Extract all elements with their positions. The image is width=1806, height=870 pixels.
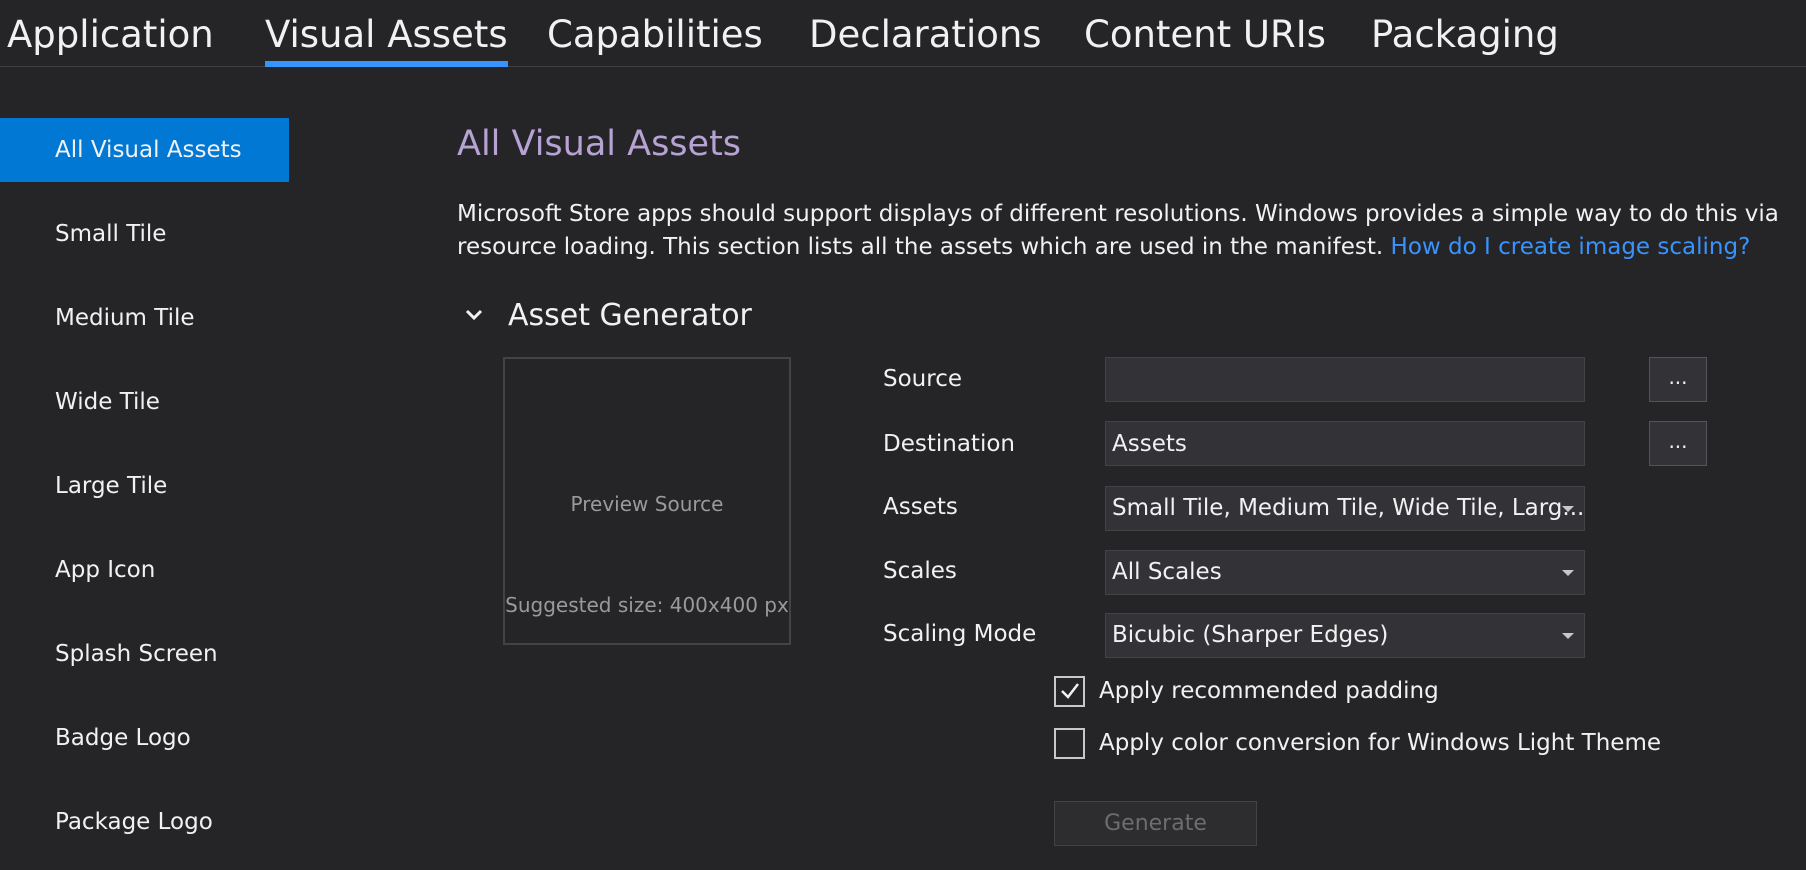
sidebar-item-package-logo[interactable]: Package Logo: [0, 790, 289, 854]
assets-label: Assets: [883, 494, 958, 520]
image-scaling-help-link[interactable]: How do I create image scaling?: [1391, 234, 1751, 260]
tab-application[interactable]: Application: [7, 12, 214, 62]
scales-dropdown-value: All Scales: [1112, 559, 1222, 585]
section-title: Asset Generator: [508, 297, 752, 333]
color-conversion-checkbox-label: Apply color conversion for Windows Light…: [1099, 730, 1661, 756]
preview-source-box: Preview Source Suggested size: 400x400 p…: [503, 357, 791, 645]
dropdown-arrow-icon: [1562, 570, 1574, 576]
assets-dropdown[interactable]: Small Tile, Medium Tile, Wide Tile, Larg…: [1105, 486, 1585, 531]
sidebar-item-medium-tile[interactable]: Medium Tile: [0, 286, 289, 350]
padding-checkbox-label: Apply recommended padding: [1099, 678, 1439, 704]
sidebar-item-small-tile[interactable]: Small Tile: [0, 202, 289, 266]
sidebar-item-splash-screen[interactable]: Splash Screen: [0, 622, 289, 686]
assets-dropdown-value: Small Tile, Medium Tile, Wide Tile, Larg…: [1112, 495, 1585, 521]
tab-declarations[interactable]: Declarations: [809, 12, 1042, 62]
color-conversion-checkbox[interactable]: [1054, 727, 1085, 759]
tab-packaging[interactable]: Packaging: [1371, 12, 1559, 62]
dropdown-arrow-icon: [1562, 506, 1574, 512]
tab-bar: Application Visual Assets Capabilities D…: [0, 0, 1806, 67]
color-conversion-checkbox-row[interactable]: Apply color conversion for Windows Light…: [1054, 727, 1661, 759]
source-input[interactable]: [1105, 357, 1585, 402]
padding-checkbox[interactable]: [1054, 675, 1085, 707]
chevron-down-icon[interactable]: [462, 303, 486, 327]
sidebar-item-badge-logo[interactable]: Badge Logo: [0, 706, 289, 770]
preview-source-label: Preview Source: [570, 492, 724, 516]
destination-label: Destination: [883, 431, 1015, 457]
generate-button[interactable]: Generate: [1054, 801, 1257, 846]
destination-input[interactable]: [1105, 421, 1585, 466]
source-browse-button[interactable]: ...: [1649, 357, 1707, 402]
scales-label: Scales: [883, 558, 957, 584]
scaling-mode-label: Scaling Mode: [883, 621, 1037, 647]
scales-dropdown[interactable]: All Scales: [1105, 550, 1585, 595]
tab-content-uris[interactable]: Content URIs: [1084, 12, 1326, 62]
page-description: Microsoft Store apps should support disp…: [457, 198, 1797, 264]
padding-checkbox-row[interactable]: Apply recommended padding: [1054, 675, 1439, 707]
destination-browse-button[interactable]: ...: [1649, 421, 1707, 466]
preview-suggested-size: Suggested size: 400x400 px: [505, 593, 789, 617]
sidebar-item-app-icon[interactable]: App Icon: [0, 538, 289, 602]
dropdown-arrow-icon: [1562, 633, 1574, 639]
tab-capabilities[interactable]: Capabilities: [547, 12, 763, 62]
asset-generator-header[interactable]: Asset Generator: [462, 295, 752, 335]
page-title: All Visual Assets: [457, 124, 742, 164]
scaling-mode-dropdown-value: Bicubic (Sharper Edges): [1112, 622, 1389, 648]
sidebar-item-wide-tile[interactable]: Wide Tile: [0, 370, 289, 434]
scaling-mode-dropdown[interactable]: Bicubic (Sharper Edges): [1105, 613, 1585, 658]
source-label: Source: [883, 366, 962, 392]
tab-visual-assets[interactable]: Visual Assets: [265, 12, 508, 67]
sidebar-item-all-visual-assets[interactable]: All Visual Assets: [0, 118, 289, 182]
sidebar-item-large-tile[interactable]: Large Tile: [0, 454, 289, 518]
